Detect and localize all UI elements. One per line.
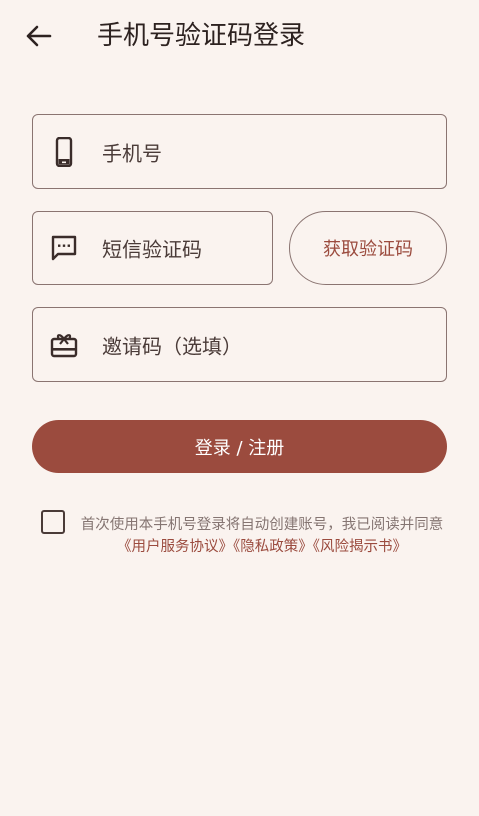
sms-code-input[interactable]: 短信验证码 (32, 211, 273, 285)
user-agreement-link[interactable]: 《用户服务协议》 (117, 539, 233, 555)
get-code-button[interactable]: 获取验证码 (289, 211, 447, 285)
agreement-checkbox[interactable] (41, 510, 65, 534)
phone-input[interactable]: 手机号 (32, 114, 447, 189)
invite-code-placeholder: 邀请码（选填） (102, 334, 242, 358)
sms-code-placeholder: 短信验证码 (102, 237, 202, 262)
gift-card-icon (50, 331, 78, 359)
arrow-left-icon (26, 25, 52, 47)
invite-code-input[interactable]: 邀请码（选填） (32, 307, 447, 382)
sms-icon (50, 234, 78, 262)
app-bar: 手机号验证码登录 (0, 0, 479, 76)
agreement-prefix: 首次使用本手机号登录将自动创建账号，我已阅读并同意 (80, 517, 444, 533)
phone-placeholder: 手机号 (102, 141, 162, 165)
back-button[interactable] (20, 20, 56, 52)
risk-disclosure-link[interactable]: 《风险揭示书》 (313, 539, 407, 555)
login-register-button[interactable]: 登录 / 注册 (32, 420, 447, 473)
agreement-text: 首次使用本手机号登录将自动创建账号，我已阅读并同意《用户服务协议》《隐私政策》《… (80, 514, 444, 558)
page-title: 手机号验证码登录 (97, 21, 306, 51)
privacy-policy-link[interactable]: 《隐私政策》 (233, 539, 313, 555)
smartphone-icon (50, 136, 78, 167)
